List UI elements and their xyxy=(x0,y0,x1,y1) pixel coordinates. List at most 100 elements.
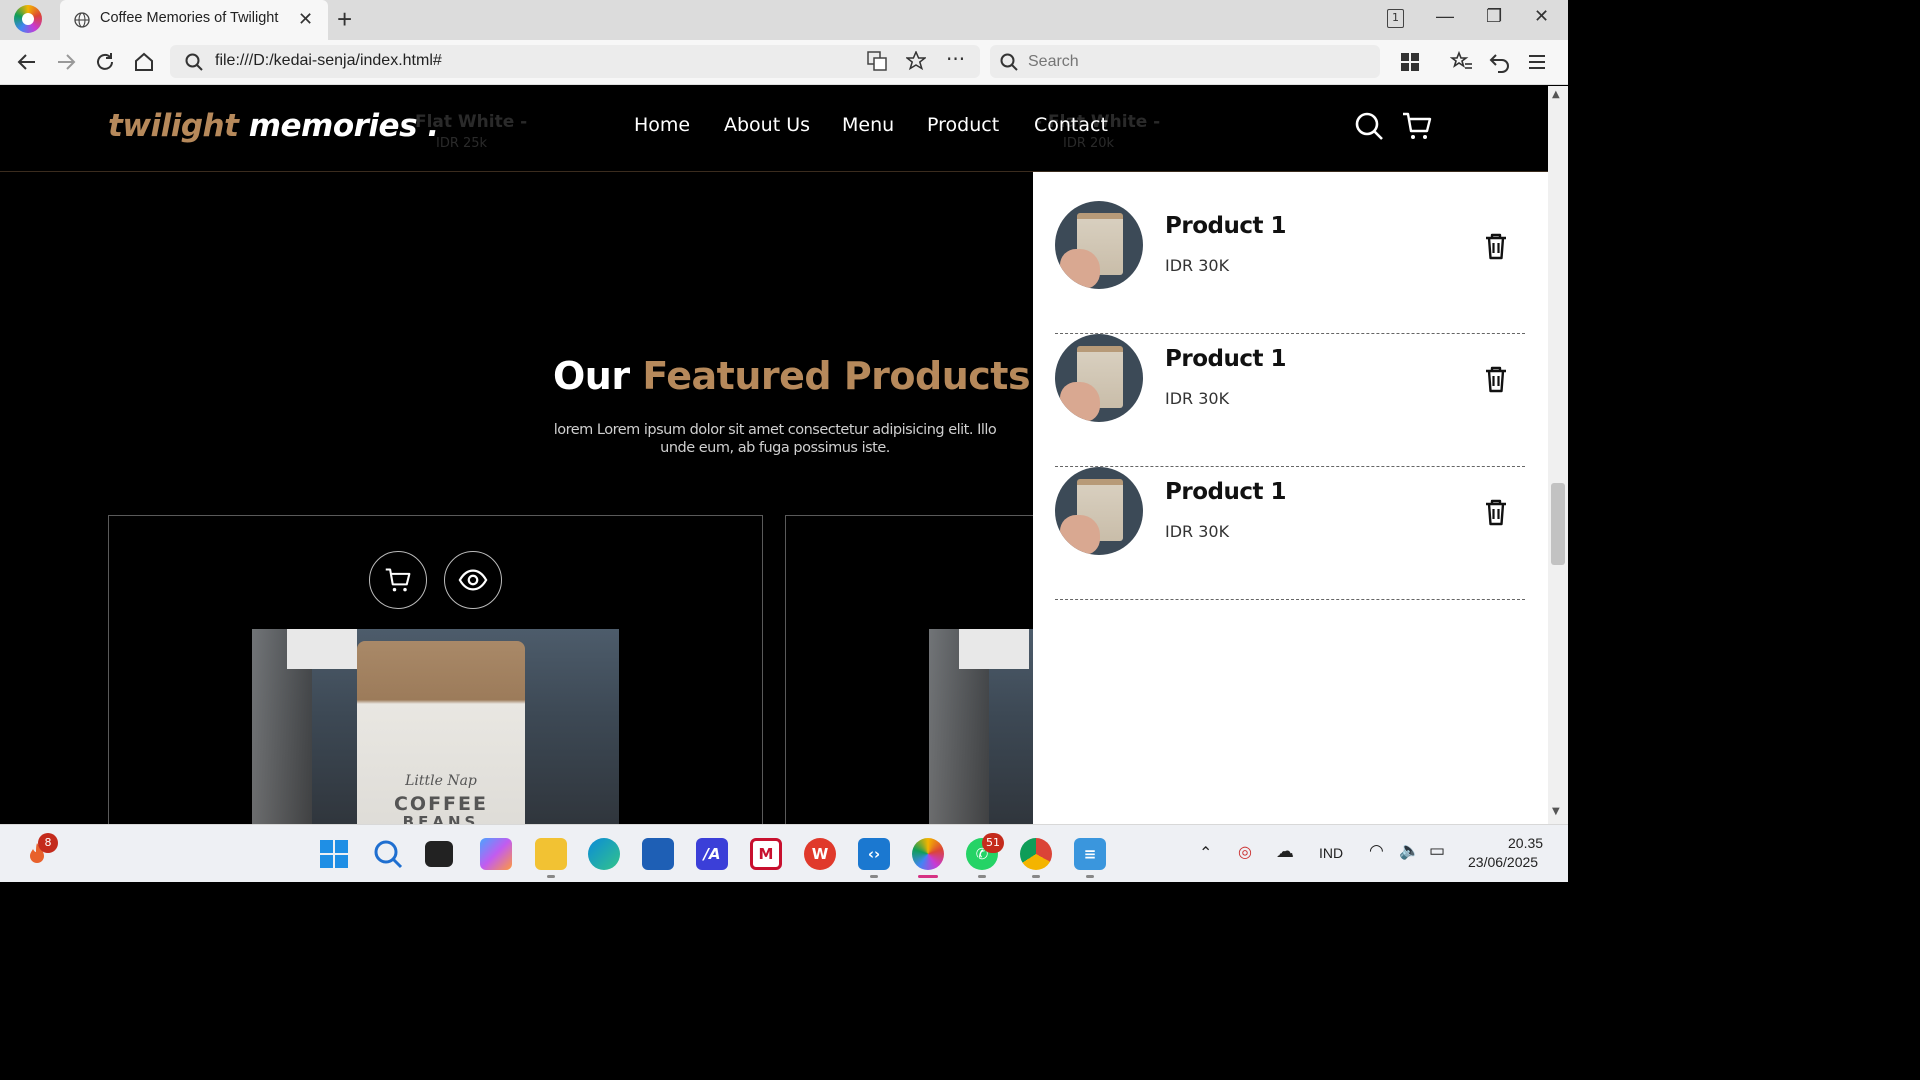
cart-item-name: Product 1 xyxy=(1165,479,1286,505)
bag-text: COFFEE xyxy=(393,793,488,815)
close-tab-icon[interactable]: ✕ xyxy=(298,9,313,30)
app-icon[interactable]: /A xyxy=(696,838,728,870)
browser-tab-bar: Coffee Memories of Twilight ✕ + 1 — ❐ ✕ xyxy=(0,0,1568,40)
undo-icon[interactable] xyxy=(1488,50,1512,74)
cart-item: Product 1 IDR 30K xyxy=(1055,467,1525,600)
product-image xyxy=(929,629,1039,824)
reload-icon[interactable] xyxy=(93,50,117,74)
clock-date[interactable]: 23/06/2025 xyxy=(1468,854,1538,870)
notepad-icon[interactable]: ≡ xyxy=(1074,838,1106,870)
shopping-cart-panel: Product 1 IDR 30K Product 1 IDR 30K Prod… xyxy=(1033,172,1548,824)
globe-icon xyxy=(74,12,90,28)
heading-accent-text: Featured Products xyxy=(642,354,1031,398)
language-indicator[interactable]: IND xyxy=(1319,845,1343,861)
scroll-down-icon[interactable]: ▼ xyxy=(1552,806,1560,817)
restore-button[interactable]: ❐ xyxy=(1486,6,1502,27)
address-bar[interactable]: file:///D:/kedai-senja/index.html# ··· xyxy=(170,45,980,78)
ghost-menu-price: IDR 20k xyxy=(1063,136,1115,151)
more-options-icon[interactable]: ··· xyxy=(946,47,965,71)
volume-icon[interactable]: 🔈 xyxy=(1399,841,1420,861)
nav-product[interactable]: Product xyxy=(927,114,999,136)
minimize-button[interactable]: — xyxy=(1436,6,1454,27)
search-icon xyxy=(185,53,203,71)
wps-office-icon[interactable]: W xyxy=(804,838,836,870)
windows-taskbar: 8 /A M W ‹› ✆ 51 ≡ ⌃ ◎ ☁ IND ◠ 🔈 ▭ 20.35… xyxy=(0,824,1568,882)
site-logo[interactable]: twilight memories . xyxy=(108,108,439,144)
edge-browser-icon[interactable] xyxy=(588,838,620,870)
bookmark-star-icon[interactable] xyxy=(906,51,926,71)
wifi-icon[interactable]: ◠ xyxy=(1369,841,1384,861)
tab-count-icon[interactable]: 1 xyxy=(1387,9,1404,28)
translate-icon[interactable] xyxy=(867,51,887,71)
trash-icon[interactable] xyxy=(1481,364,1511,394)
notification-badge: 8 xyxy=(38,833,58,853)
whatsapp-badge: 51 xyxy=(982,833,1004,853)
heading-text: Our xyxy=(553,354,643,398)
vscode-icon[interactable]: ‹› xyxy=(858,838,890,870)
add-to-cart-button[interactable] xyxy=(369,551,427,609)
cart-item-name: Product 1 xyxy=(1165,346,1286,372)
home-icon[interactable] xyxy=(132,50,156,74)
running-indicator xyxy=(1086,875,1094,878)
cart-item-price: IDR 30K xyxy=(1165,522,1230,541)
nav-about-us[interactable]: About Us xyxy=(724,114,810,136)
windows-start-icon[interactable] xyxy=(318,838,350,870)
browser-logo-icon[interactable] xyxy=(14,5,42,33)
web-page: - Flat White - IDR 25k - Flat White - ID… xyxy=(0,86,1548,824)
search-icon[interactable] xyxy=(372,838,404,870)
cart-item-thumbnail xyxy=(1055,334,1143,422)
menu-icon[interactable] xyxy=(1525,50,1549,74)
back-icon[interactable] xyxy=(15,50,39,74)
search-input[interactable] xyxy=(1028,50,1358,74)
browser-toolbar: file:///D:/kedai-senja/index.html# ··· xyxy=(0,40,1568,85)
show-hidden-icons[interactable]: ⌃ xyxy=(1199,843,1212,863)
active-indicator xyxy=(918,875,938,878)
battery-icon[interactable]: ▭ xyxy=(1429,841,1445,861)
chrome-icon[interactable] xyxy=(1020,838,1052,870)
tray-app-icon[interactable]: ◎ xyxy=(1238,842,1252,862)
search-box[interactable] xyxy=(990,45,1380,78)
url-text: file:///D:/kedai-senja/index.html# xyxy=(215,52,442,69)
search-icon xyxy=(1000,53,1018,71)
onedrive-icon[interactable]: ☁ xyxy=(1276,841,1294,862)
copilot-icon[interactable] xyxy=(480,838,512,870)
product-image: Little Nap COFFEE BEANS xyxy=(252,629,619,824)
nav-contact[interactable]: Contact xyxy=(1034,114,1108,136)
bag-brand-text: Little Nap xyxy=(405,773,477,789)
featured-products-heading: Our Featured Products xyxy=(553,354,1031,398)
trash-icon[interactable] xyxy=(1481,231,1511,261)
search-icon[interactable] xyxy=(1353,110,1385,142)
shopping-cart-icon[interactable] xyxy=(1401,110,1433,142)
running-indicator xyxy=(1032,875,1040,878)
clock-time[interactable]: 20.35 xyxy=(1508,835,1543,851)
cart-item: Product 1 IDR 30K xyxy=(1055,334,1525,467)
task-view-icon[interactable] xyxy=(425,841,453,867)
bag-text: BEANS xyxy=(402,813,480,824)
running-indicator xyxy=(547,875,555,878)
trash-icon[interactable] xyxy=(1481,497,1511,527)
browser-tab[interactable]: Coffee Memories of Twilight ✕ xyxy=(60,0,328,40)
product-card: Little Nap COFFEE BEANS xyxy=(108,515,763,824)
browser-taskbar-icon[interactable] xyxy=(912,838,944,870)
ghost-menu-price: IDR 25k xyxy=(436,136,488,151)
close-window-button[interactable]: ✕ xyxy=(1534,6,1549,27)
new-tab-button[interactable]: + xyxy=(337,4,352,35)
nav-home[interactable]: Home xyxy=(634,114,690,136)
tab-title: Coffee Memories of Twilight xyxy=(100,10,279,26)
microsoft-store-icon[interactable] xyxy=(642,838,674,870)
file-explorer-icon[interactable] xyxy=(535,838,567,870)
scroll-up-icon[interactable]: ▲ xyxy=(1552,89,1560,100)
favorites-icon[interactable] xyxy=(1450,50,1474,74)
running-indicator xyxy=(870,875,878,878)
page-scrollbar[interactable]: ▲ ▼ xyxy=(1548,86,1568,824)
cart-item-thumbnail xyxy=(1055,201,1143,289)
nav-menu[interactable]: Menu xyxy=(842,114,894,136)
scrollbar-thumb[interactable] xyxy=(1551,483,1565,565)
apps-grid-icon[interactable] xyxy=(1398,50,1422,74)
mcafee-icon[interactable]: M xyxy=(750,838,782,870)
logo-text: memories . xyxy=(238,108,439,144)
forward-icon[interactable] xyxy=(54,50,78,74)
coffee-bag-illustration: Little Nap COFFEE BEANS xyxy=(357,641,525,824)
shopping-cart-icon xyxy=(385,568,411,592)
view-detail-button[interactable] xyxy=(444,551,502,609)
